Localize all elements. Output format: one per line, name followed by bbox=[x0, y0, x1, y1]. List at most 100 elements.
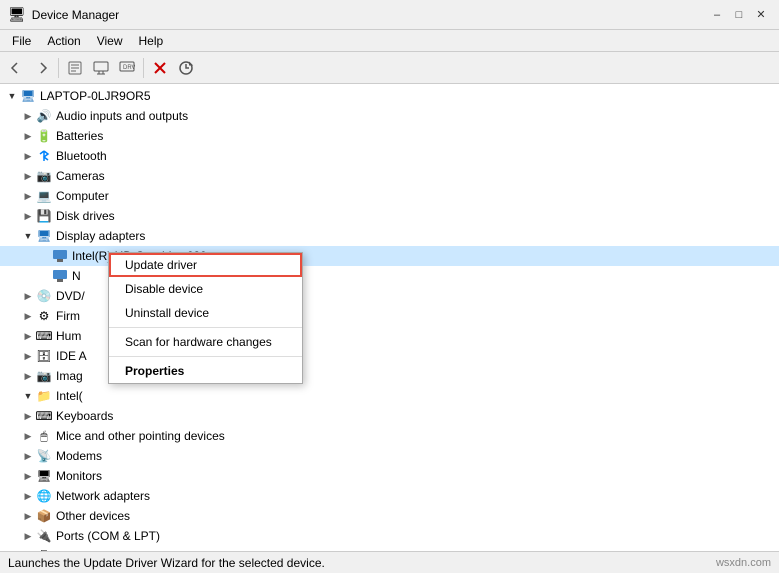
tree-audio[interactable]: ▶ 🔊 Audio inputs and outputs bbox=[0, 106, 779, 126]
ctx-disable-device[interactable]: Disable device bbox=[109, 277, 302, 301]
toolbar: DRV bbox=[0, 52, 779, 84]
audio-expand: ▶ bbox=[20, 108, 36, 124]
hid-icon: ⌨ bbox=[36, 328, 52, 344]
intel-graphics-expand bbox=[36, 248, 52, 264]
tree-intel[interactable]: ▼ 📁 Intel( bbox=[0, 386, 779, 406]
ide-expand: ▶ bbox=[20, 348, 36, 364]
hid-expand: ▶ bbox=[20, 328, 36, 344]
title-text: Device Manager bbox=[32, 8, 119, 22]
tree-ports[interactable]: ▶ 🔌 Ports (COM & LPT) bbox=[0, 526, 779, 546]
close-button[interactable]: ✕ bbox=[751, 5, 771, 25]
keyboards-icon: ⌨ bbox=[36, 408, 52, 424]
toolbar-sep-1 bbox=[58, 58, 59, 78]
tree-bluetooth[interactable]: ▶ Bluetooth bbox=[0, 146, 779, 166]
back-button[interactable] bbox=[4, 56, 28, 80]
status-text: Launches the Update Driver Wizard for th… bbox=[8, 556, 325, 570]
tree-monitors[interactable]: ▶ 🖥 Monitors bbox=[0, 466, 779, 486]
modems-icon: 📡 bbox=[36, 448, 52, 464]
tree-keyboards[interactable]: ▶ ⌨ Keyboards bbox=[0, 406, 779, 426]
ctx-scan-hardware[interactable]: Scan for hardware changes bbox=[109, 330, 302, 354]
root-expand-arrow: ▼ bbox=[4, 88, 20, 104]
intel-expand: ▼ bbox=[20, 388, 36, 404]
status-bar: Launches the Update Driver Wizard for th… bbox=[0, 551, 779, 573]
batteries-expand: ▶ bbox=[20, 128, 36, 144]
svg-text:DRV: DRV bbox=[123, 65, 135, 71]
app-icon: 🖥 bbox=[8, 6, 26, 23]
cameras-label: Cameras bbox=[56, 169, 105, 183]
intel-label: Intel( bbox=[56, 389, 83, 403]
menu-help[interactable]: Help bbox=[131, 32, 172, 50]
update-driver-button[interactable]: DRV bbox=[115, 56, 139, 80]
title-controls: – □ ✕ bbox=[707, 5, 771, 25]
ctx-update-driver[interactable]: Update driver bbox=[109, 253, 302, 277]
status-brand: wsxdn.com bbox=[716, 557, 771, 569]
tree-diskdrives[interactable]: ▶ 💾 Disk drives bbox=[0, 206, 779, 226]
tree-batteries[interactable]: ▶ 🔋 Batteries bbox=[0, 126, 779, 146]
firmware-expand: ▶ bbox=[20, 308, 36, 324]
display-icon: 🖥 bbox=[36, 228, 52, 244]
title-left: 🖥 Device Manager bbox=[8, 6, 119, 23]
menu-view[interactable]: View bbox=[89, 32, 131, 50]
tree-network[interactable]: ▶ 🌐 Network adapters bbox=[0, 486, 779, 506]
tree-print[interactable]: ▶ 🖨 Print queues bbox=[0, 546, 779, 551]
menu-action[interactable]: Action bbox=[39, 32, 88, 50]
menu-file[interactable]: File bbox=[4, 32, 39, 50]
display-expand: ▼ bbox=[20, 228, 36, 244]
computer-icon: 🖥 bbox=[20, 88, 36, 104]
context-menu: Update driver Disable device Uninstall d… bbox=[108, 252, 303, 384]
other-label: Other devices bbox=[56, 509, 130, 523]
tree-modems[interactable]: ▶ 📡 Modems bbox=[0, 446, 779, 466]
audio-label: Audio inputs and outputs bbox=[56, 109, 188, 123]
network-icon: 🌐 bbox=[36, 488, 52, 504]
mice-icon: 🖱 bbox=[36, 428, 52, 444]
scan-hardware-button[interactable] bbox=[174, 56, 198, 80]
ctx-uninstall-device[interactable]: Uninstall device bbox=[109, 301, 302, 325]
nvidia-expand bbox=[36, 268, 52, 284]
diskdrives-label: Disk drives bbox=[56, 209, 115, 223]
computer-tree-icon: 💻 bbox=[36, 188, 52, 204]
view-devices-button[interactable] bbox=[89, 56, 113, 80]
firmware-label: Firm bbox=[56, 309, 80, 323]
dvd-icon: 💿 bbox=[36, 288, 52, 304]
monitors-label: Monitors bbox=[56, 469, 102, 483]
ports-expand: ▶ bbox=[20, 528, 36, 544]
ide-label: IDE A bbox=[56, 349, 87, 363]
monitors-icon: 🖥 bbox=[36, 468, 52, 484]
display-label: Display adapters bbox=[56, 229, 145, 243]
minimize-button[interactable]: – bbox=[707, 5, 727, 25]
tree-display[interactable]: ▼ 🖥 Display adapters bbox=[0, 226, 779, 246]
disk-expand: ▶ bbox=[20, 208, 36, 224]
menu-bar: File Action View Help bbox=[0, 30, 779, 52]
hid-label: Hum bbox=[56, 329, 81, 343]
camera-icon: 📷 bbox=[36, 168, 52, 184]
dvd-label: DVD/ bbox=[56, 289, 85, 303]
maximize-button[interactable]: □ bbox=[729, 5, 749, 25]
bluetooth-icon bbox=[36, 148, 52, 164]
tree-root[interactable]: ▼ 🖥 LAPTOP-0LJR9OR5 bbox=[0, 86, 779, 106]
tree-mice[interactable]: ▶ 🖱 Mice and other pointing devices bbox=[0, 426, 779, 446]
forward-button[interactable] bbox=[30, 56, 54, 80]
cameras-expand: ▶ bbox=[20, 168, 36, 184]
imaging-expand: ▶ bbox=[20, 368, 36, 384]
battery-icon: 🔋 bbox=[36, 128, 52, 144]
firmware-icon: ⚙ bbox=[36, 308, 52, 324]
root-label: LAPTOP-0LJR9OR5 bbox=[40, 89, 151, 103]
nvidia-label: N bbox=[72, 269, 81, 283]
modems-label: Modems bbox=[56, 449, 102, 463]
modems-expand: ▶ bbox=[20, 448, 36, 464]
ctx-properties[interactable]: Properties bbox=[109, 359, 302, 383]
imaging-label: Imag bbox=[56, 369, 83, 383]
mice-label: Mice and other pointing devices bbox=[56, 429, 225, 443]
computer-expand: ▶ bbox=[20, 188, 36, 204]
tree-computer[interactable]: ▶ 💻 Computer bbox=[0, 186, 779, 206]
toolbar-sep-2 bbox=[143, 58, 144, 78]
uninstall-button[interactable] bbox=[148, 56, 172, 80]
imaging-icon: 📷 bbox=[36, 368, 52, 384]
network-expand: ▶ bbox=[20, 488, 36, 504]
tree-other[interactable]: ▶ 📦 Other devices bbox=[0, 506, 779, 526]
tree-cameras[interactable]: ▶ 📷 Cameras bbox=[0, 166, 779, 186]
intel-graphics-icon bbox=[52, 248, 68, 264]
other-expand: ▶ bbox=[20, 508, 36, 524]
print-icon: 🖨 bbox=[36, 548, 52, 551]
properties-button[interactable] bbox=[63, 56, 87, 80]
